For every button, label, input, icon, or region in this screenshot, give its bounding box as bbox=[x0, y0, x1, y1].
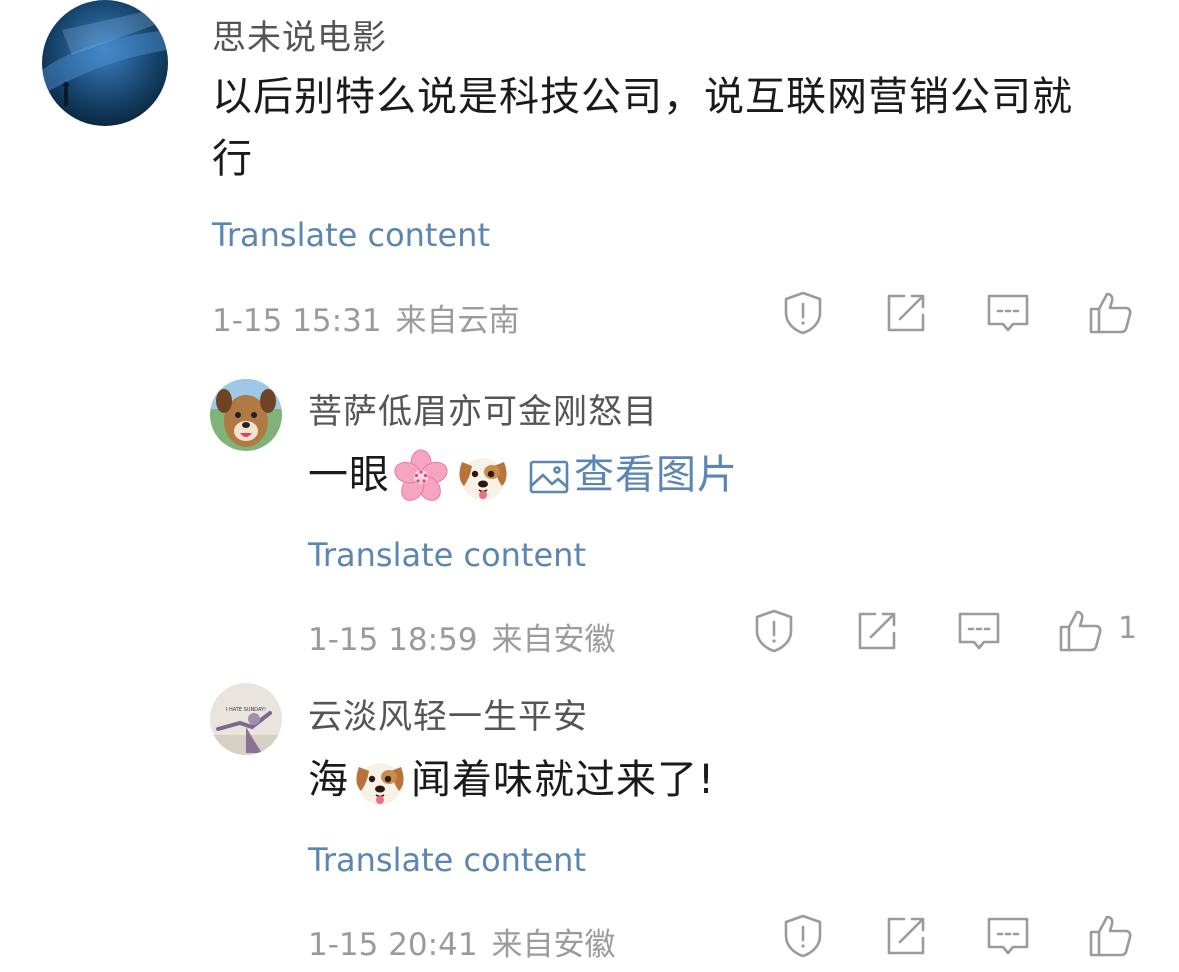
comment-actions bbox=[0, 908, 1179, 964]
report-button[interactable] bbox=[775, 285, 831, 341]
shield-exclamation-icon bbox=[755, 609, 793, 653]
thumbs-up-icon bbox=[1089, 292, 1132, 334]
translate-link[interactable]: Translate content bbox=[212, 216, 490, 254]
like-button[interactable] bbox=[1082, 908, 1138, 964]
share-edit-icon bbox=[858, 612, 896, 650]
comment-item: 思未说电影 以后别特么说是科技公司，说互联网营销公司就行 Translate c… bbox=[0, 0, 1179, 340]
reply-button[interactable] bbox=[980, 285, 1036, 341]
dog-face-emoji bbox=[454, 448, 512, 506]
cherry-blossom-emoji bbox=[392, 448, 450, 506]
image-icon[interactable] bbox=[528, 456, 570, 498]
comment-icon bbox=[958, 612, 1000, 650]
comment-icon bbox=[987, 917, 1029, 955]
translate-link[interactable]: Translate content bbox=[308, 536, 586, 574]
comment-text: 海 闻着味就过来了! bbox=[308, 749, 1128, 811]
repost-button[interactable] bbox=[878, 285, 934, 341]
share-edit-icon bbox=[887, 917, 925, 955]
reply-item: 菩萨低眉亦可金刚怒目 一眼 查看图片 Translate content 1-1… bbox=[0, 370, 1179, 670]
like-button[interactable] bbox=[1082, 285, 1138, 341]
avatar-caption: I HATE SUNDAY! bbox=[226, 707, 266, 713]
username[interactable]: 菩萨低眉亦可金刚怒目 bbox=[308, 384, 658, 433]
share-edit-icon bbox=[887, 294, 925, 332]
shield-exclamation-icon bbox=[784, 914, 822, 958]
reply-button[interactable] bbox=[951, 603, 1007, 659]
like-count: 1 bbox=[1118, 611, 1138, 646]
avatar[interactable] bbox=[42, 0, 168, 126]
comment-text-suffix: 闻着味就过来了! bbox=[411, 757, 716, 803]
comment-text-prefix: 一眼 bbox=[308, 452, 390, 498]
username[interactable]: 思未说电影 bbox=[212, 10, 387, 59]
reply-button[interactable] bbox=[980, 908, 1036, 964]
comment-text: 以后别特么说是科技公司，说互联网营销公司就行 bbox=[212, 74, 1073, 182]
comment-icon bbox=[987, 294, 1029, 332]
comment-text: 一眼 查看图片 bbox=[308, 444, 1128, 506]
comment-text-prefix: 海 bbox=[308, 757, 349, 803]
dog-face-emoji bbox=[351, 753, 409, 811]
repost-button[interactable] bbox=[878, 908, 934, 964]
comment-actions: 1 bbox=[0, 603, 1179, 659]
comment-actions bbox=[0, 285, 1179, 341]
shield-exclamation-icon bbox=[784, 291, 822, 335]
repost-button[interactable] bbox=[849, 603, 905, 659]
reply-item: I HATE SUNDAY! 云淡风轻一生平安 海 闻着味就过来了! Trans… bbox=[0, 675, 1179, 972]
username[interactable]: 云淡风轻一生平安 bbox=[308, 689, 588, 738]
report-button[interactable] bbox=[775, 908, 831, 964]
view-image-link[interactable]: 查看图片 bbox=[574, 452, 738, 498]
report-button[interactable] bbox=[746, 603, 802, 659]
like-button[interactable] bbox=[1052, 603, 1108, 659]
avatar[interactable]: I HATE SUNDAY! bbox=[210, 683, 282, 755]
thumbs-up-icon bbox=[1089, 915, 1132, 957]
avatar[interactable] bbox=[210, 379, 282, 451]
translate-link[interactable]: Translate content bbox=[308, 841, 586, 879]
thumbs-up-icon bbox=[1059, 610, 1102, 652]
